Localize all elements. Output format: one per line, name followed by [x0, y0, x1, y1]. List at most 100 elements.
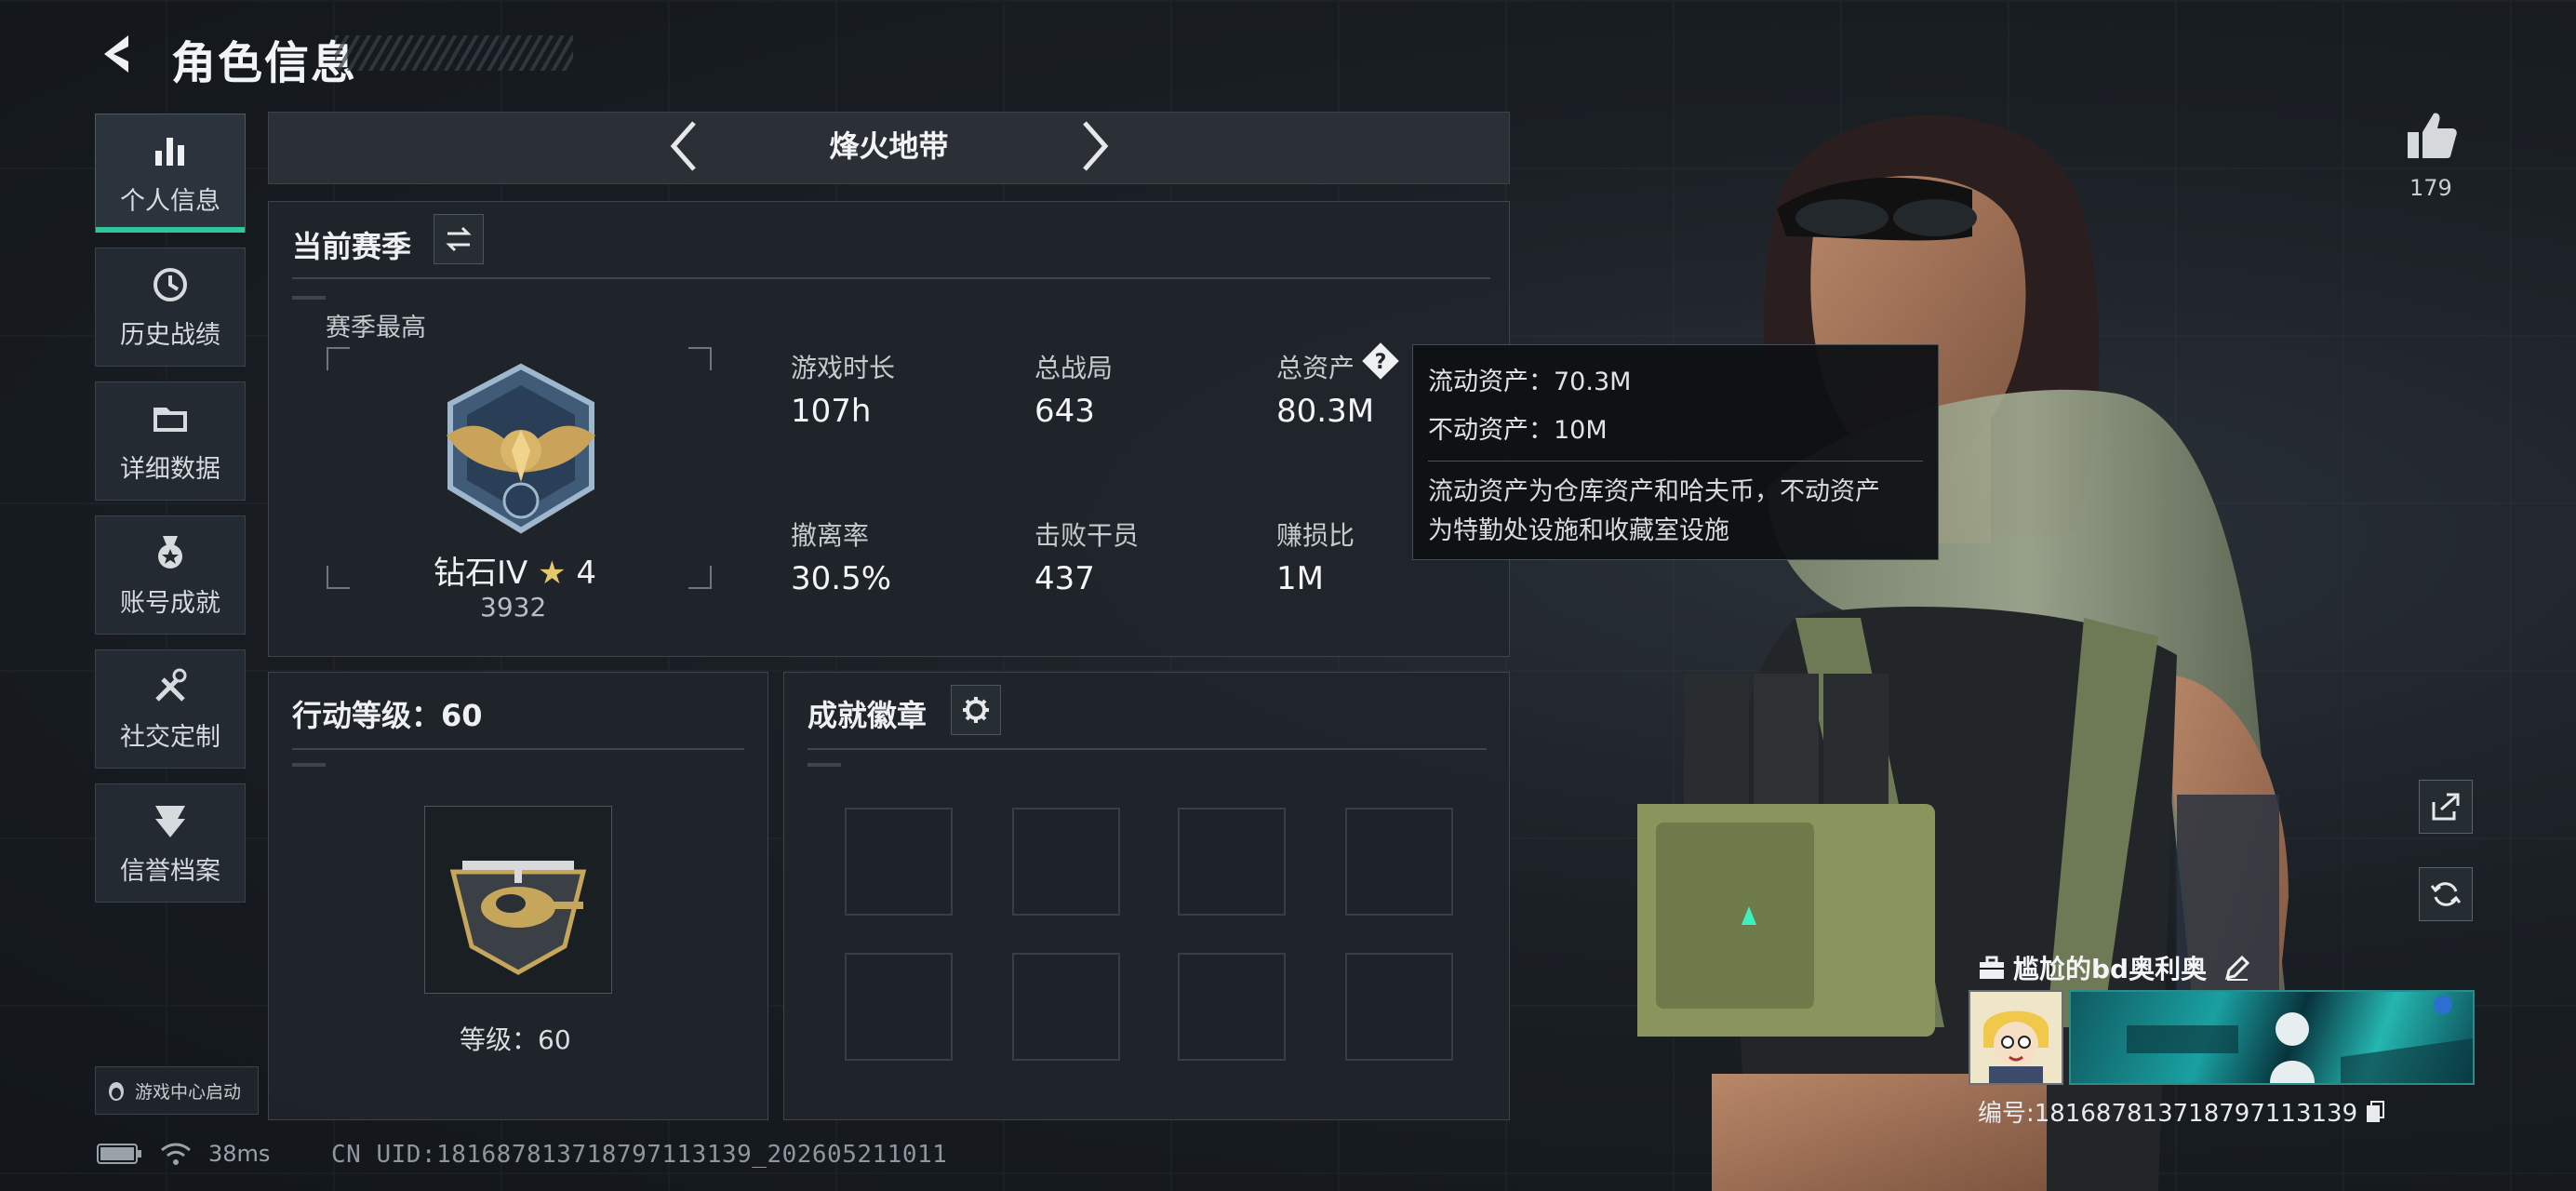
thumbs-up-icon[interactable]: [2404, 108, 2460, 164]
sidebar-item-label: 信誉档案: [120, 856, 220, 886]
assets-tooltip: 流动资产：70.3M 不动资产：10M 流动资产为仓库资产和哈夫币，不动资产 为…: [1412, 344, 1939, 560]
sidebar-item-detailed-data[interactable]: 详细数据: [95, 381, 246, 501]
page-title: 角色信息: [171, 37, 358, 89]
back-arrow-icon[interactable]: [97, 30, 145, 78]
achievements-settings-button[interactable]: [951, 685, 1001, 735]
sidebar-item-label: 历史战绩: [120, 320, 220, 350]
divider-mark: [808, 763, 841, 767]
copy-icon[interactable]: [2365, 1100, 2385, 1124]
prev-mode-arrow-icon[interactable]: [666, 119, 703, 173]
bar-chart-icon: [155, 137, 184, 166]
badge-slot[interactable]: [1178, 808, 1286, 916]
launch-badge-label: 游戏中心启动: [135, 1081, 242, 1103]
sidebar-item-personal-info[interactable]: 个人信息: [95, 114, 246, 233]
refresh-button[interactable]: [2419, 867, 2473, 921]
share-button[interactable]: [2419, 780, 2473, 834]
rank-name: 钻石IV ★ 4: [434, 547, 596, 593]
sidebar-item-label: 社交定制: [120, 722, 220, 752]
season-divider: [292, 277, 1490, 279]
uid-text: CN UID:181687813718797113139_20260521101…: [331, 1141, 948, 1169]
sidebar-item-history[interactable]: 历史战绩: [95, 248, 246, 367]
sidebar-item-reputation[interactable]: 信誉档案: [95, 783, 246, 903]
season-panel-title: 当前赛季: [292, 229, 412, 264]
swap-icon: [446, 226, 472, 252]
stat-label-profit-ratio: 赚损比: [1276, 520, 1355, 551]
history-icon: [153, 267, 187, 301]
tooltip-divider: [1428, 461, 1923, 462]
stat-value-profit-ratio: 1M: [1276, 560, 1324, 597]
sidebar-item-label: 账号成就: [120, 588, 220, 618]
avatar[interactable]: [1969, 990, 2063, 1085]
system-status: 38ms: [97, 1141, 270, 1167]
stat-value-extraction-rate: 30.5%: [791, 560, 892, 597]
rank-name-text: 钻石IV: [434, 555, 528, 592]
action-level-divider: [292, 748, 744, 750]
level-text: 等级：60: [460, 1024, 571, 1055]
sidebar-item-social-custom[interactable]: 社交定制: [95, 649, 246, 769]
divider-mark: [292, 763, 326, 767]
badge-slot[interactable]: [1012, 808, 1120, 916]
title-decoration: [335, 35, 573, 71]
player-name-text: 尴尬的bd奥利奥: [2013, 954, 2208, 984]
action-level-title: 行动等级：60: [292, 698, 483, 733]
stat-label-playtime: 游戏时长: [791, 353, 896, 383]
stat-label-extraction-rate: 撤离率: [791, 520, 870, 551]
tooltip-fixed-assets: 不动资产：10M: [1428, 416, 1608, 445]
star-icon: ★: [538, 555, 567, 592]
ping-value: 38ms: [208, 1141, 271, 1167]
rank-emblem: [447, 363, 595, 534]
wifi-icon: [161, 1143, 191, 1165]
tooltip-liquid-assets: 流动资产：70.3M: [1428, 368, 1632, 396]
mode-label: 烽火地带: [829, 128, 949, 164]
tooltip-description-line1: 流动资产为仓库资产和哈夫币，不动资产: [1428, 477, 1880, 506]
next-mode-arrow-icon[interactable]: [1075, 119, 1113, 173]
badge-slot[interactable]: [1012, 953, 1120, 1061]
rank-points: 3932: [480, 592, 547, 622]
achievements-title: 成就徽章: [808, 698, 928, 733]
player-id-text: 编号:1816878137187971131​39: [1978, 1100, 2358, 1128]
badge-slot[interactable]: [1345, 953, 1453, 1061]
stat-label-total-assets: 总资产: [1276, 353, 1355, 383]
profile-banner[interactable]: [2069, 990, 2475, 1085]
tools-icon: [155, 668, 187, 702]
player-id: 编号:1816878137187971131​39: [1978, 1094, 2385, 1129]
stat-label-total-matches: 总战局: [1034, 353, 1114, 383]
svg-text:?: ?: [1375, 351, 1387, 374]
stat-value-playtime: 107h: [791, 393, 872, 430]
badge-slot[interactable]: [1178, 953, 1286, 1061]
level-emblem-frame: [424, 806, 612, 994]
folder-icon: [153, 407, 187, 432]
sidebar-item-achievements[interactable]: 账号成就: [95, 515, 246, 635]
medal-icon: [158, 535, 182, 569]
game-center-launch-badge: 游戏中心启动: [95, 1066, 259, 1115]
rank-stars: 4: [576, 555, 597, 592]
sidebar-item-label: 个人信息: [120, 186, 220, 216]
stat-value-kills: 437: [1034, 560, 1095, 597]
achievements-divider: [808, 748, 1487, 750]
cartoon-avatar: [1970, 992, 2062, 1083]
switch-season-button[interactable]: [434, 214, 484, 264]
divider-mark: [292, 296, 326, 300]
player-name: 尴尬的bd奥利奥: [1978, 949, 2251, 986]
season-high-label: 赛季最高: [326, 314, 426, 342]
like-count: 179: [2409, 175, 2452, 201]
badge-slot[interactable]: [845, 808, 953, 916]
briefcase-icon: [1980, 956, 2004, 979]
banner-art: [2127, 996, 2473, 1083]
gear-icon: [963, 697, 989, 723]
badge-slot[interactable]: [1345, 808, 1453, 916]
sidebar-item-label: 详细数据: [120, 454, 220, 484]
refresh-icon: [2430, 882, 2462, 906]
help-icon[interactable]: ?: [1360, 341, 1401, 381]
battery-icon: [97, 1144, 141, 1164]
stat-value-total-assets: 80.3M: [1276, 393, 1375, 430]
tooltip-description-line2: 为特勤处设施和收藏室设施: [1428, 516, 1729, 545]
stat-label-kills: 击败干员: [1034, 520, 1140, 551]
stat-value-total-matches: 643: [1034, 393, 1095, 430]
penguin-icon: [109, 1082, 124, 1101]
share-icon: [2432, 793, 2460, 821]
badge-slot[interactable]: [845, 953, 953, 1061]
edit-pencil-icon[interactable]: [2223, 954, 2251, 982]
helicopter-emblem: [449, 861, 587, 975]
shield-icon: [155, 805, 185, 837]
